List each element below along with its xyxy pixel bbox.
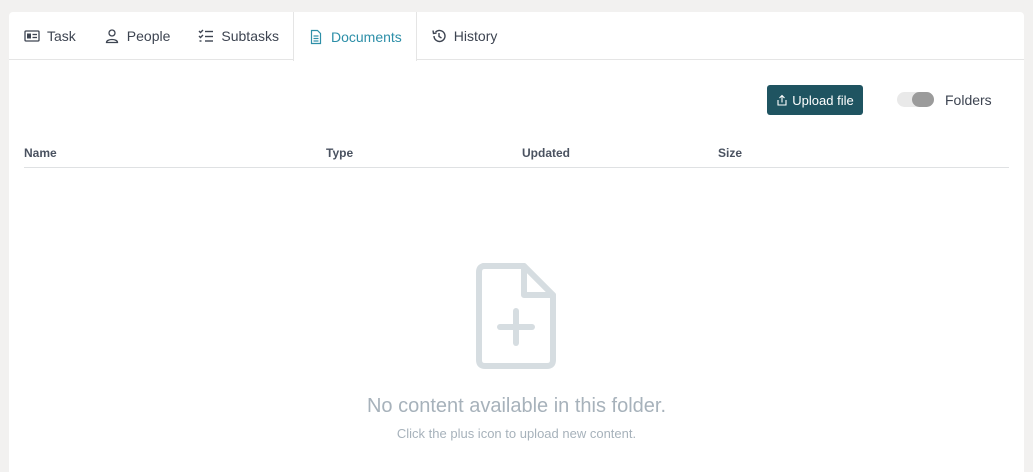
tab-task[interactable]: Task — [9, 12, 90, 60]
column-header-updated[interactable]: Updated — [522, 146, 570, 160]
documents-table-header: Name Type Updated Size — [24, 145, 1009, 168]
folders-toggle-label: Folders — [945, 92, 992, 108]
checklist-icon — [198, 28, 214, 44]
tab-people-label: People — [126, 28, 171, 44]
empty-state-subtitle: Click the plus icon to upload new conten… — [396, 426, 637, 441]
id-card-icon — [24, 28, 40, 44]
column-header-name[interactable]: Name — [24, 146, 57, 160]
history-icon — [431, 28, 447, 44]
file-add-icon[interactable] — [475, 263, 557, 369]
tab-history-label: History — [453, 28, 498, 44]
tab-task-label: Task — [47, 28, 76, 44]
tab-subtasks[interactable]: Subtasks — [184, 12, 293, 60]
empty-state-title: No content available in this folder. — [366, 395, 667, 417]
person-icon — [104, 28, 120, 44]
tab-subtasks-label: Subtasks — [221, 28, 279, 44]
tab-people[interactable]: People — [90, 12, 185, 60]
upload-icon — [776, 94, 788, 106]
tab-bar: Task People Subtasks Documents History — [9, 12, 1024, 61]
column-header-size[interactable]: Size — [718, 146, 742, 160]
folders-toggle-knob — [912, 92, 934, 107]
column-header-type[interactable]: Type — [326, 146, 353, 160]
document-icon — [308, 29, 324, 45]
upload-file-label: Upload file — [792, 92, 854, 108]
upload-file-button[interactable]: Upload file — [767, 85, 863, 115]
documents-panel: Task People Subtasks Documents History U… — [9, 12, 1024, 472]
tab-history[interactable]: History — [417, 12, 512, 60]
folders-toggle[interactable] — [897, 92, 934, 107]
tab-documents[interactable]: Documents — [292, 12, 417, 61]
tab-documents-label: Documents — [330, 28, 402, 45]
